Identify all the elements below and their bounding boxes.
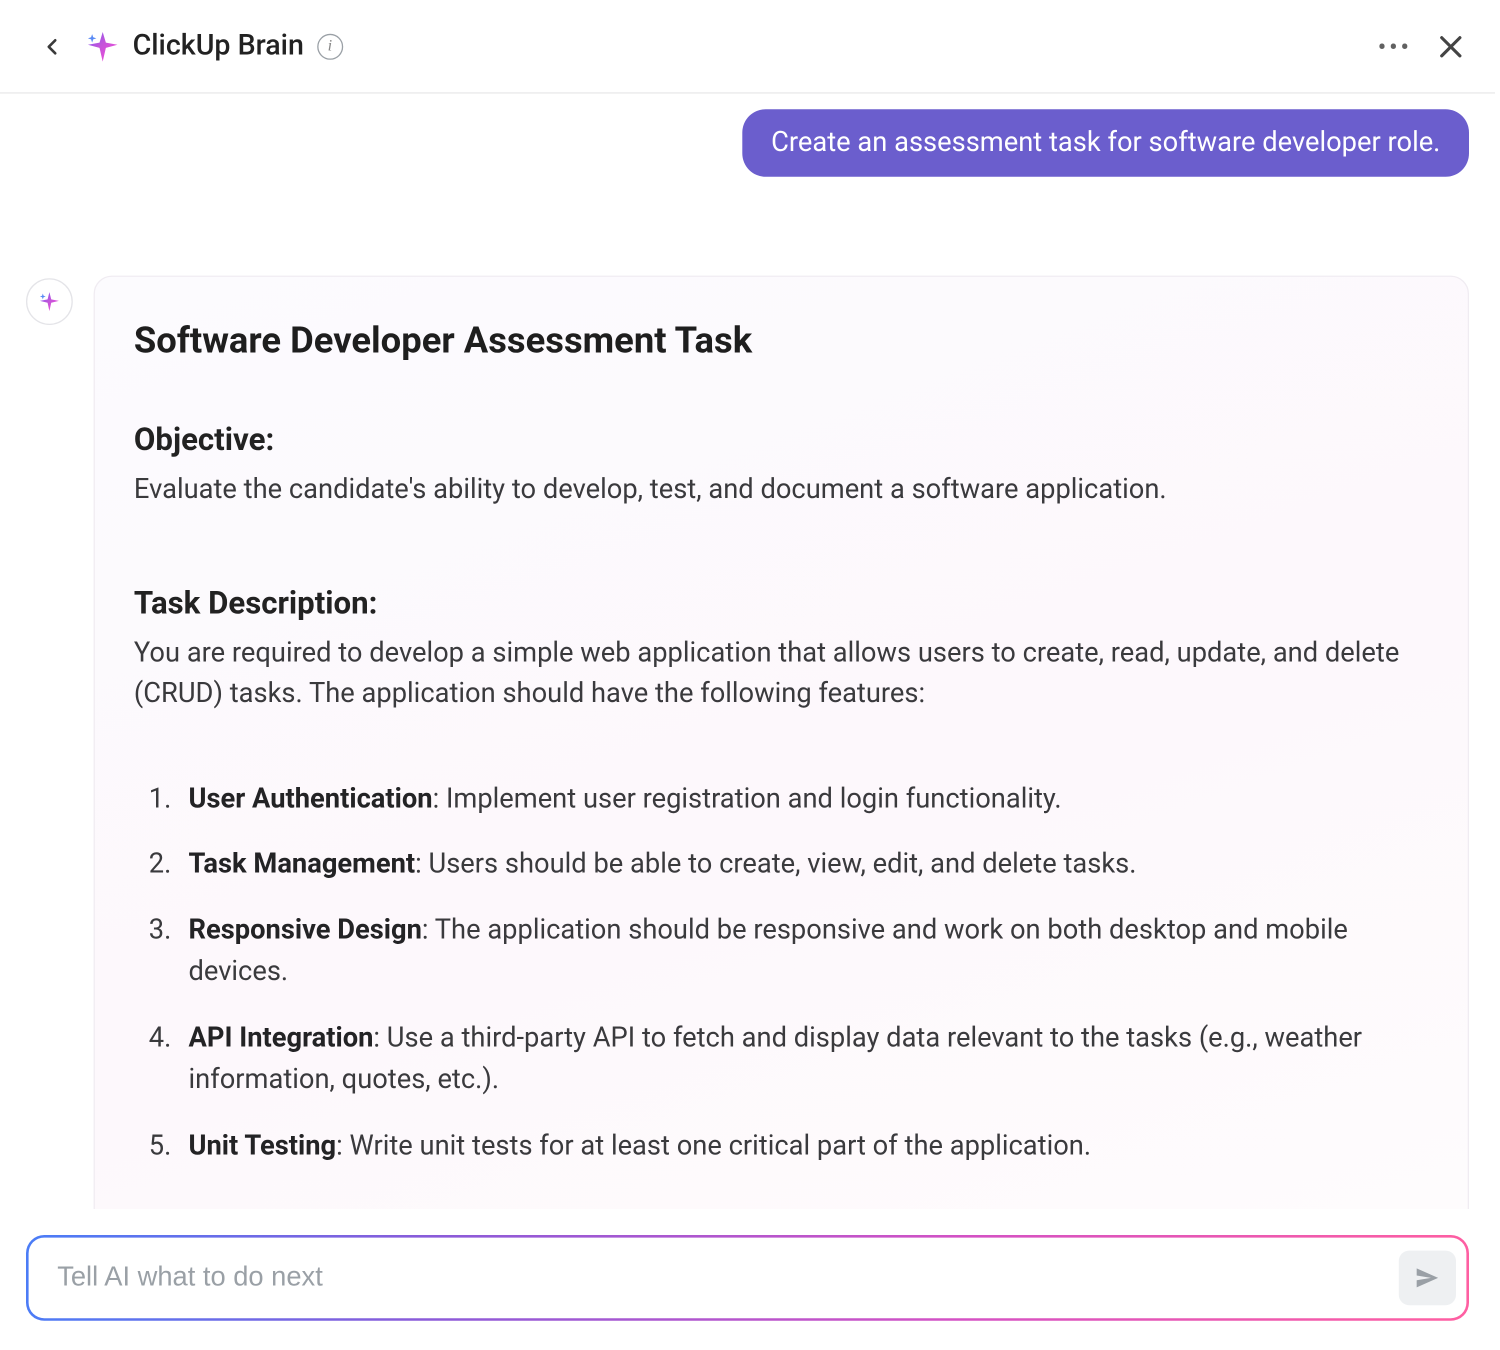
prompt-input-container [26,1235,1469,1321]
feature-item: API Integration: Use a third-party API t… [178,1017,1429,1102]
feature-list: User Authentication: Implement user regi… [134,778,1429,1168]
feature-item: Responsive Design: The application shoul… [178,909,1429,994]
send-button[interactable] [1399,1251,1456,1306]
close-button[interactable] [1435,31,1466,62]
ai-response-card: Software Developer Assessment Task Objec… [94,276,1469,1209]
feature-item: Task Management: Users should be able to… [178,844,1429,886]
response-title: Software Developer Assessment Task [134,319,1429,362]
ai-response-row: Software Developer Assessment Task Objec… [26,276,1469,1209]
conversation-area: Create an assessment task for software d… [0,94,1495,1209]
clickup-brain-logo-icon [86,29,120,63]
objective-heading: Objective: [134,421,1429,457]
feature-item: User Authentication: Implement user regi… [178,778,1429,820]
task-description-text: You are required to develop a simple web… [134,634,1429,716]
more-options-button[interactable]: ••• [1378,33,1412,59]
user-message-bubble: Create an assessment task for software d… [743,109,1469,177]
objective-text: Evaluate the candidate's ability to deve… [134,471,1429,512]
info-button[interactable]: i [317,33,343,59]
header-bar: ClickUp Brain i ••• [0,0,1495,94]
page-title: ClickUp Brain [133,30,304,63]
prompt-input[interactable] [57,1262,1399,1293]
task-description-heading: Task Description: [134,584,1429,620]
feature-item: Unit Testing: Write unit tests for at le… [178,1126,1429,1168]
ai-avatar-icon [26,278,73,325]
back-button[interactable] [36,31,67,62]
